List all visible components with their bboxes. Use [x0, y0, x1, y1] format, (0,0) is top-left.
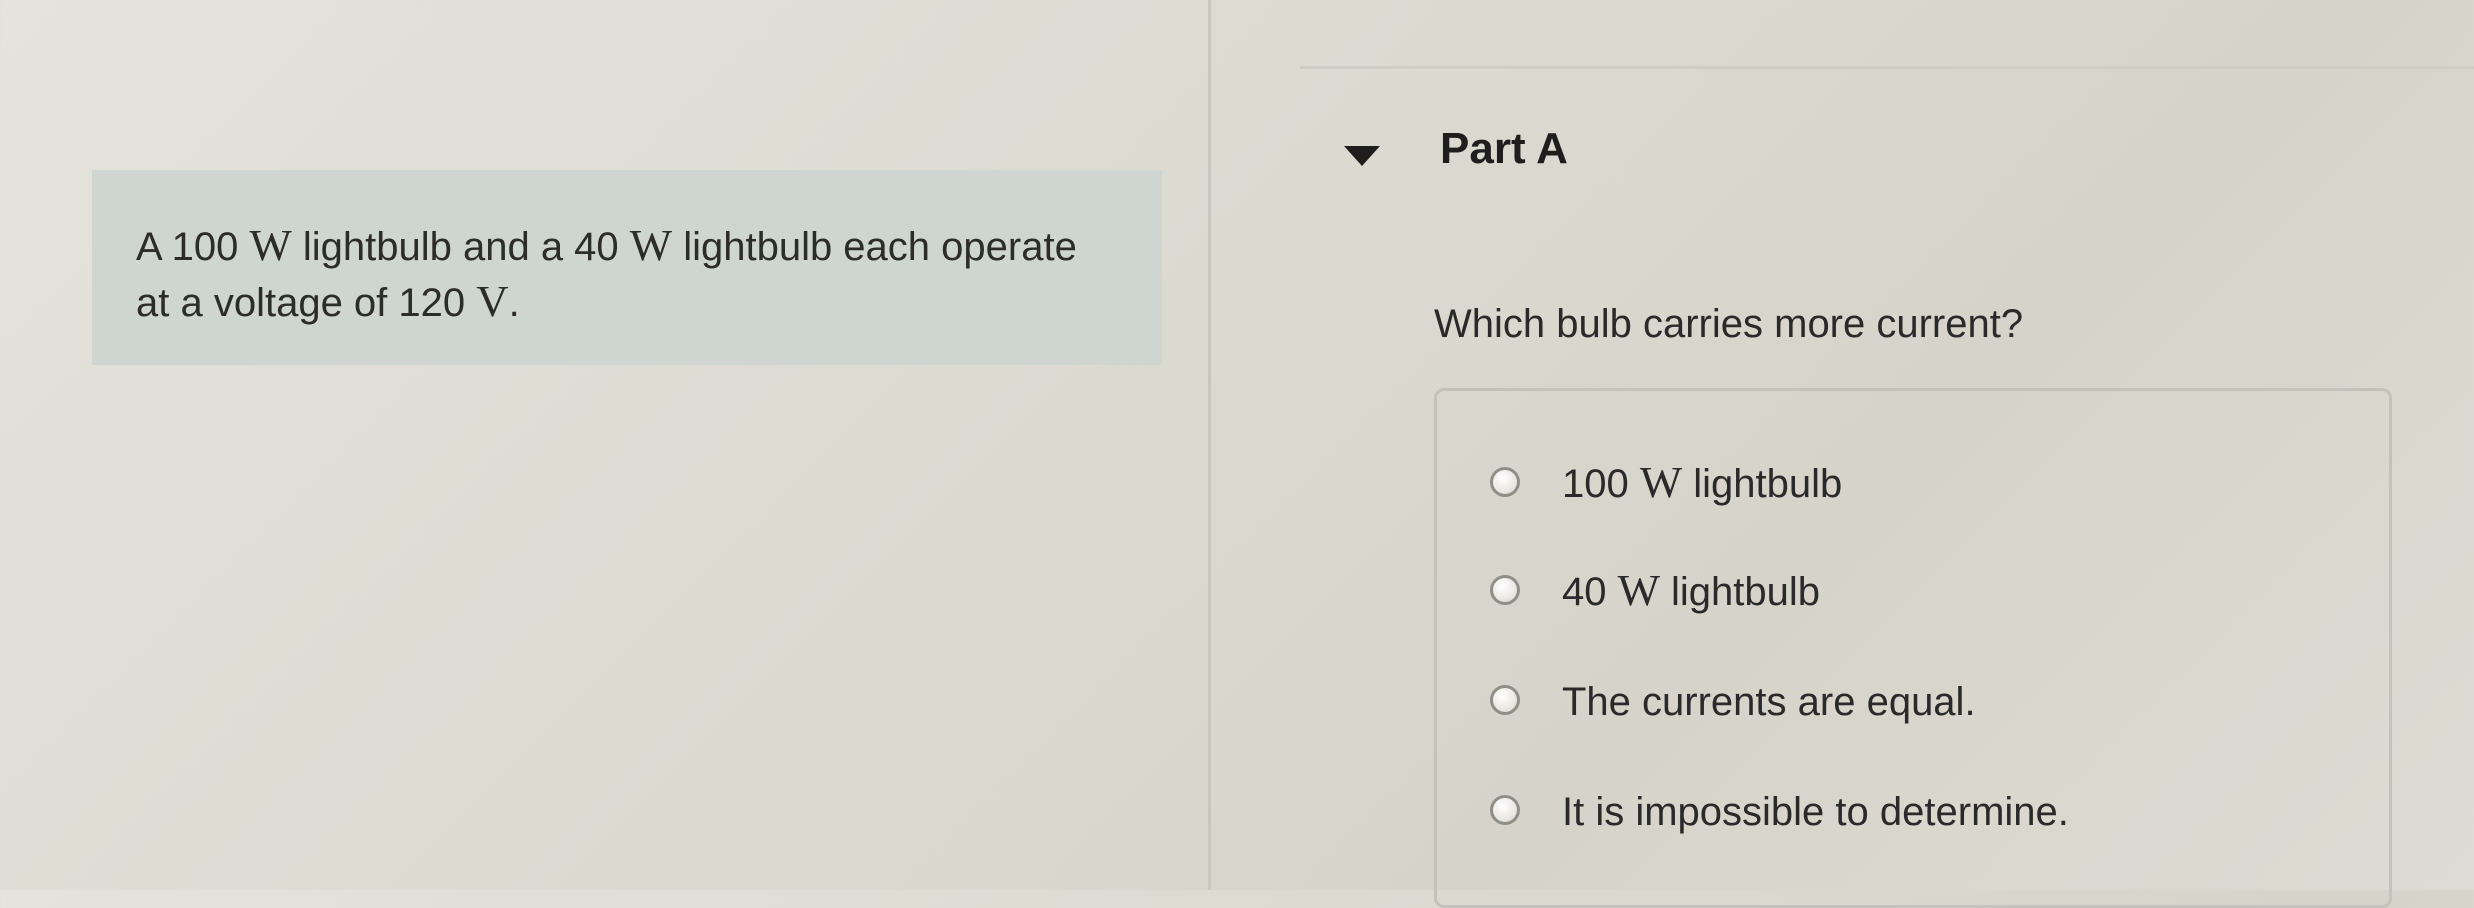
problem-text-segment: lightbulb and a 40: [291, 225, 630, 269]
option-100w-lightbulb[interactable]: 100 W lightbulb: [1490, 456, 1842, 508]
unit-watt: W: [629, 220, 673, 270]
option-label: It is impossible to determine.: [1562, 790, 2069, 834]
option-label: 100 W lightbulb: [1562, 457, 1843, 507]
radio-button-icon[interactable]: [1490, 575, 1520, 605]
option-label: 40 W lightbulb: [1562, 565, 1821, 615]
option-currents-equal[interactable]: The currents are equal.: [1490, 674, 1976, 726]
panel-divider: [1208, 0, 1211, 890]
radio-button-icon[interactable]: [1490, 685, 1520, 715]
problem-statement-text: A 100 W lightbulb and a 40 W lightbulb e…: [136, 218, 1096, 330]
part-title[interactable]: Part A: [1440, 124, 1568, 174]
radio-button-icon[interactable]: [1490, 795, 1520, 825]
option-label: The currents are equal.: [1562, 680, 1976, 724]
problem-text-segment: A 100: [136, 225, 250, 269]
problem-text-segment: .: [508, 281, 520, 325]
option-impossible-to-determine[interactable]: It is impossible to determine.: [1490, 784, 2069, 836]
radio-button-icon[interactable]: [1490, 467, 1520, 497]
option-40w-lightbulb[interactable]: 40 W lightbulb: [1490, 564, 1820, 616]
unit-watt: W: [249, 220, 292, 270]
unit-volt: V: [476, 276, 509, 326]
problem-statement-panel: A 100 W lightbulb and a 40 W lightbulb e…: [92, 170, 1162, 365]
caret-down-icon[interactable]: [1344, 146, 1380, 166]
question-text: Which bulb carries more current?: [1434, 302, 2024, 346]
part-header-rule: [1300, 66, 2474, 69]
